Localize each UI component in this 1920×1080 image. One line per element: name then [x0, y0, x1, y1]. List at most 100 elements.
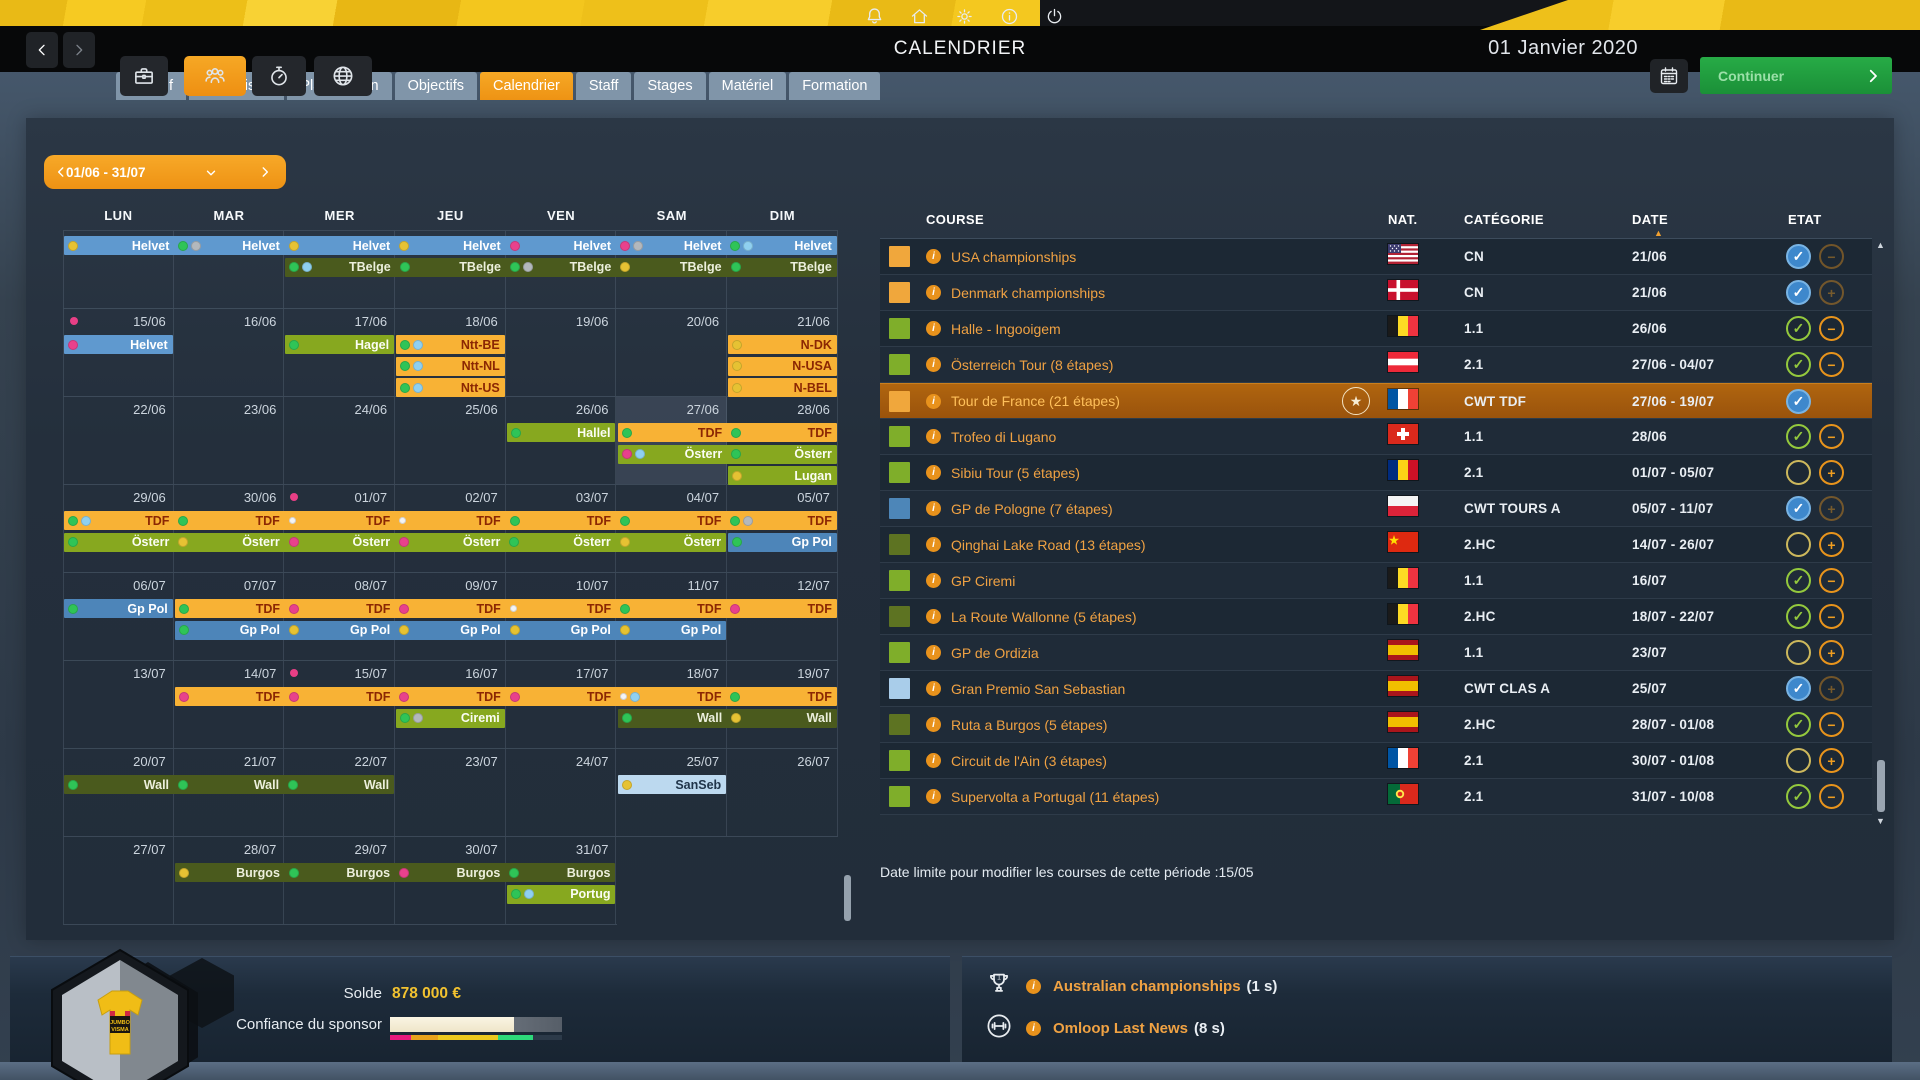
table-row[interactable]: i USA championships CN 21/06 ✓ −: [880, 239, 1872, 275]
menu-globe-icon[interactable]: [314, 56, 372, 96]
event-bar[interactable]: Wall Wall Wall: [64, 775, 395, 794]
minus-icon[interactable]: −: [1819, 316, 1844, 341]
plus-icon[interactable]: +: [1819, 748, 1844, 773]
tab-formation[interactable]: Formation: [789, 72, 881, 100]
empty-icon[interactable]: [1786, 532, 1811, 557]
event-bar[interactable]: Hagel: [285, 335, 395, 354]
minus-icon[interactable]: −: [1819, 784, 1844, 809]
tab-staff[interactable]: Staff: [575, 72, 632, 100]
plus-icon[interactable]: +: [1819, 640, 1844, 665]
minus-dim-icon[interactable]: −: [1819, 244, 1844, 269]
date-picker-button[interactable]: [1650, 59, 1688, 93]
day-cell[interactable]: 20/06: [616, 309, 728, 396]
event-bar[interactable]: TDF TDF: [617, 423, 837, 442]
day-cell[interactable]: 13/07: [63, 661, 174, 748]
check-green-icon[interactable]: ✓: [1786, 568, 1811, 593]
news-item[interactable]: i Omloop Last News (8 s): [984, 1012, 1225, 1044]
table-row[interactable]: i Gran Premio San Sebastian CWT CLAS A 25/0…: [880, 671, 1872, 707]
day-cell[interactable]: 16/06: [174, 309, 285, 396]
table-row[interactable]: i La Route Wallonne (5 étapes) 2.HC 18/07 -…: [880, 599, 1872, 635]
event-bar[interactable]: Ciremi: [396, 708, 505, 728]
calendar-range-selector[interactable]: 01/06 - 31/07: [44, 155, 286, 189]
event-bar[interactable]: N-USA: [728, 356, 837, 376]
event-bar[interactable]: Portug: [506, 884, 616, 904]
minus-icon[interactable]: −: [1819, 424, 1844, 449]
minus-icon[interactable]: −: [1819, 712, 1844, 737]
race-table-scrollbar[interactable]: ▲ ▼: [1876, 240, 1885, 826]
plus-dim-icon[interactable]: +: [1819, 676, 1844, 701]
calendar-scroll-thumb[interactable]: [844, 875, 851, 921]
event-bar[interactable]: N-DK: [728, 335, 837, 354]
info-icon[interactable]: [997, 4, 1021, 28]
event-bar[interactable]: Gp Pol: [64, 599, 173, 618]
event-bar[interactable]: Ntt-NL: [396, 356, 505, 376]
race-table-scroll-thumb[interactable]: [1877, 760, 1885, 812]
event-bar[interactable]: Österr Österr: [617, 444, 837, 464]
event-bar[interactable]: Burgos Burgos Burgos Burgos: [174, 863, 616, 882]
event-bar[interactable]: TDF TDF TDF TDF TDF TDF: [174, 599, 837, 618]
check-green-icon[interactable]: ✓: [1786, 424, 1811, 449]
table-row[interactable]: i GP de Pologne (7 étapes) CWT TOURS A 05/0…: [880, 491, 1872, 527]
minus-icon[interactable]: −: [1819, 604, 1844, 629]
plus-icon[interactable]: +: [1819, 532, 1844, 557]
check-blue-icon[interactable]: ✓: [1786, 244, 1811, 269]
table-row[interactable]: i Österreich Tour (8 étapes) 2.1 27/06 - 04…: [880, 347, 1872, 383]
menu-stopwatch-icon[interactable]: [252, 56, 306, 96]
news-item[interactable]: 1 i Australian championships (1 s): [984, 970, 1277, 1002]
plus-dim-icon[interactable]: +: [1819, 280, 1844, 305]
table-row[interactable]: i GP de Ordizia 1.1 23/07 +: [880, 635, 1872, 671]
minus-icon[interactable]: −: [1819, 352, 1844, 377]
header-date[interactable]: DATE ▲: [1614, 212, 1782, 238]
day-cell[interactable]: 24/06: [284, 397, 396, 484]
day-cell[interactable]: 25/06: [395, 397, 506, 484]
calendar-scrollbar[interactable]: [844, 230, 851, 924]
table-row[interactable]: i Tour de France (21 étapes) ★ CWT TDF 27/06…: [880, 383, 1872, 419]
empty-icon[interactable]: [1786, 748, 1811, 773]
table-row[interactable]: i Trofeo di Lugano 1.1 28/06 ✓ −: [880, 419, 1872, 455]
check-green-icon[interactable]: ✓: [1786, 784, 1811, 809]
table-row[interactable]: i Halle - Ingooigem 1.1 26/06 ✓ −: [880, 311, 1872, 347]
table-row[interactable]: i Ruta a Burgos (5 étapes) 2.HC 28/07 - 01/…: [880, 707, 1872, 743]
tab-objectifs[interactable]: Objectifs: [394, 72, 477, 100]
continue-button[interactable]: Continuer: [1700, 57, 1892, 94]
check-green-icon[interactable]: ✓: [1786, 712, 1811, 737]
minus-icon[interactable]: −: [1819, 568, 1844, 593]
check-green-icon[interactable]: ✓: [1786, 352, 1811, 377]
tab-stages[interactable]: Stages: [634, 72, 706, 100]
event-bar[interactable]: TBelge TBelge TBelge TBelge TBelge: [285, 257, 837, 277]
check-blue-icon[interactable]: ✓: [1786, 280, 1811, 305]
event-bar[interactable]: Österr Österr Österr Österr Österr Österr: [64, 532, 727, 552]
scroll-up-icon[interactable]: ▲: [1876, 240, 1885, 250]
plus-icon[interactable]: +: [1819, 460, 1844, 485]
check-blue-icon[interactable]: ✓: [1786, 496, 1811, 521]
event-bar[interactable]: TDF TDF TDF TDF TDF TDF: [174, 687, 837, 706]
event-bar[interactable]: SanSeb: [617, 775, 727, 794]
check-green-icon[interactable]: ✓: [1786, 604, 1811, 629]
event-bar[interactable]: Gp Pol: [728, 532, 837, 552]
team-badge[interactable]: JUMBO VISMA: [42, 948, 200, 1080]
check-blue-icon[interactable]: ✓: [1786, 388, 1811, 414]
day-cell[interactable]: 22/06: [63, 397, 174, 484]
check-green-icon[interactable]: ✓: [1786, 316, 1811, 341]
home-icon[interactable]: [907, 4, 931, 28]
check-blue-icon[interactable]: ✓: [1786, 676, 1811, 701]
table-row[interactable]: i Circuit de l'Ain (3 étapes) 2.1 30/07 - 0…: [880, 743, 1872, 779]
table-row[interactable]: i GP Ciremi 1.1 16/07 ✓ −: [880, 563, 1872, 599]
power-icon[interactable]: [1042, 4, 1066, 28]
event-bar[interactable]: Wall Wall: [617, 708, 837, 728]
day-cell[interactable]: 26/07: [727, 749, 838, 836]
scroll-down-icon[interactable]: ▼: [1876, 816, 1885, 826]
event-bar[interactable]: Helvet: [64, 335, 173, 354]
event-bar[interactable]: N-BEL: [728, 378, 837, 397]
day-cell[interactable]: 23/06: [174, 397, 285, 484]
day-cell[interactable]: 24/07: [506, 749, 617, 836]
table-row[interactable]: i Qinghai Lake Road (13 étapes) 2.HC 14/07 …: [880, 527, 1872, 563]
table-row[interactable]: i Supervolta a Portugal (11 étapes) 2.1 31/…: [880, 779, 1872, 815]
event-bar[interactable]: Helvet Helvet Helvet Helvet Helvet Helvet Helv…: [64, 236, 837, 255]
menu-team-icon[interactable]: [184, 56, 246, 96]
settings-icon[interactable]: [952, 4, 976, 28]
day-cell[interactable]: 23/07: [395, 749, 506, 836]
table-row[interactable]: i Denmark championships CN 21/06 ✓ +: [880, 275, 1872, 311]
event-bar[interactable]: Ntt-BE: [396, 335, 505, 354]
day-cell[interactable]: 19/06: [506, 309, 617, 396]
